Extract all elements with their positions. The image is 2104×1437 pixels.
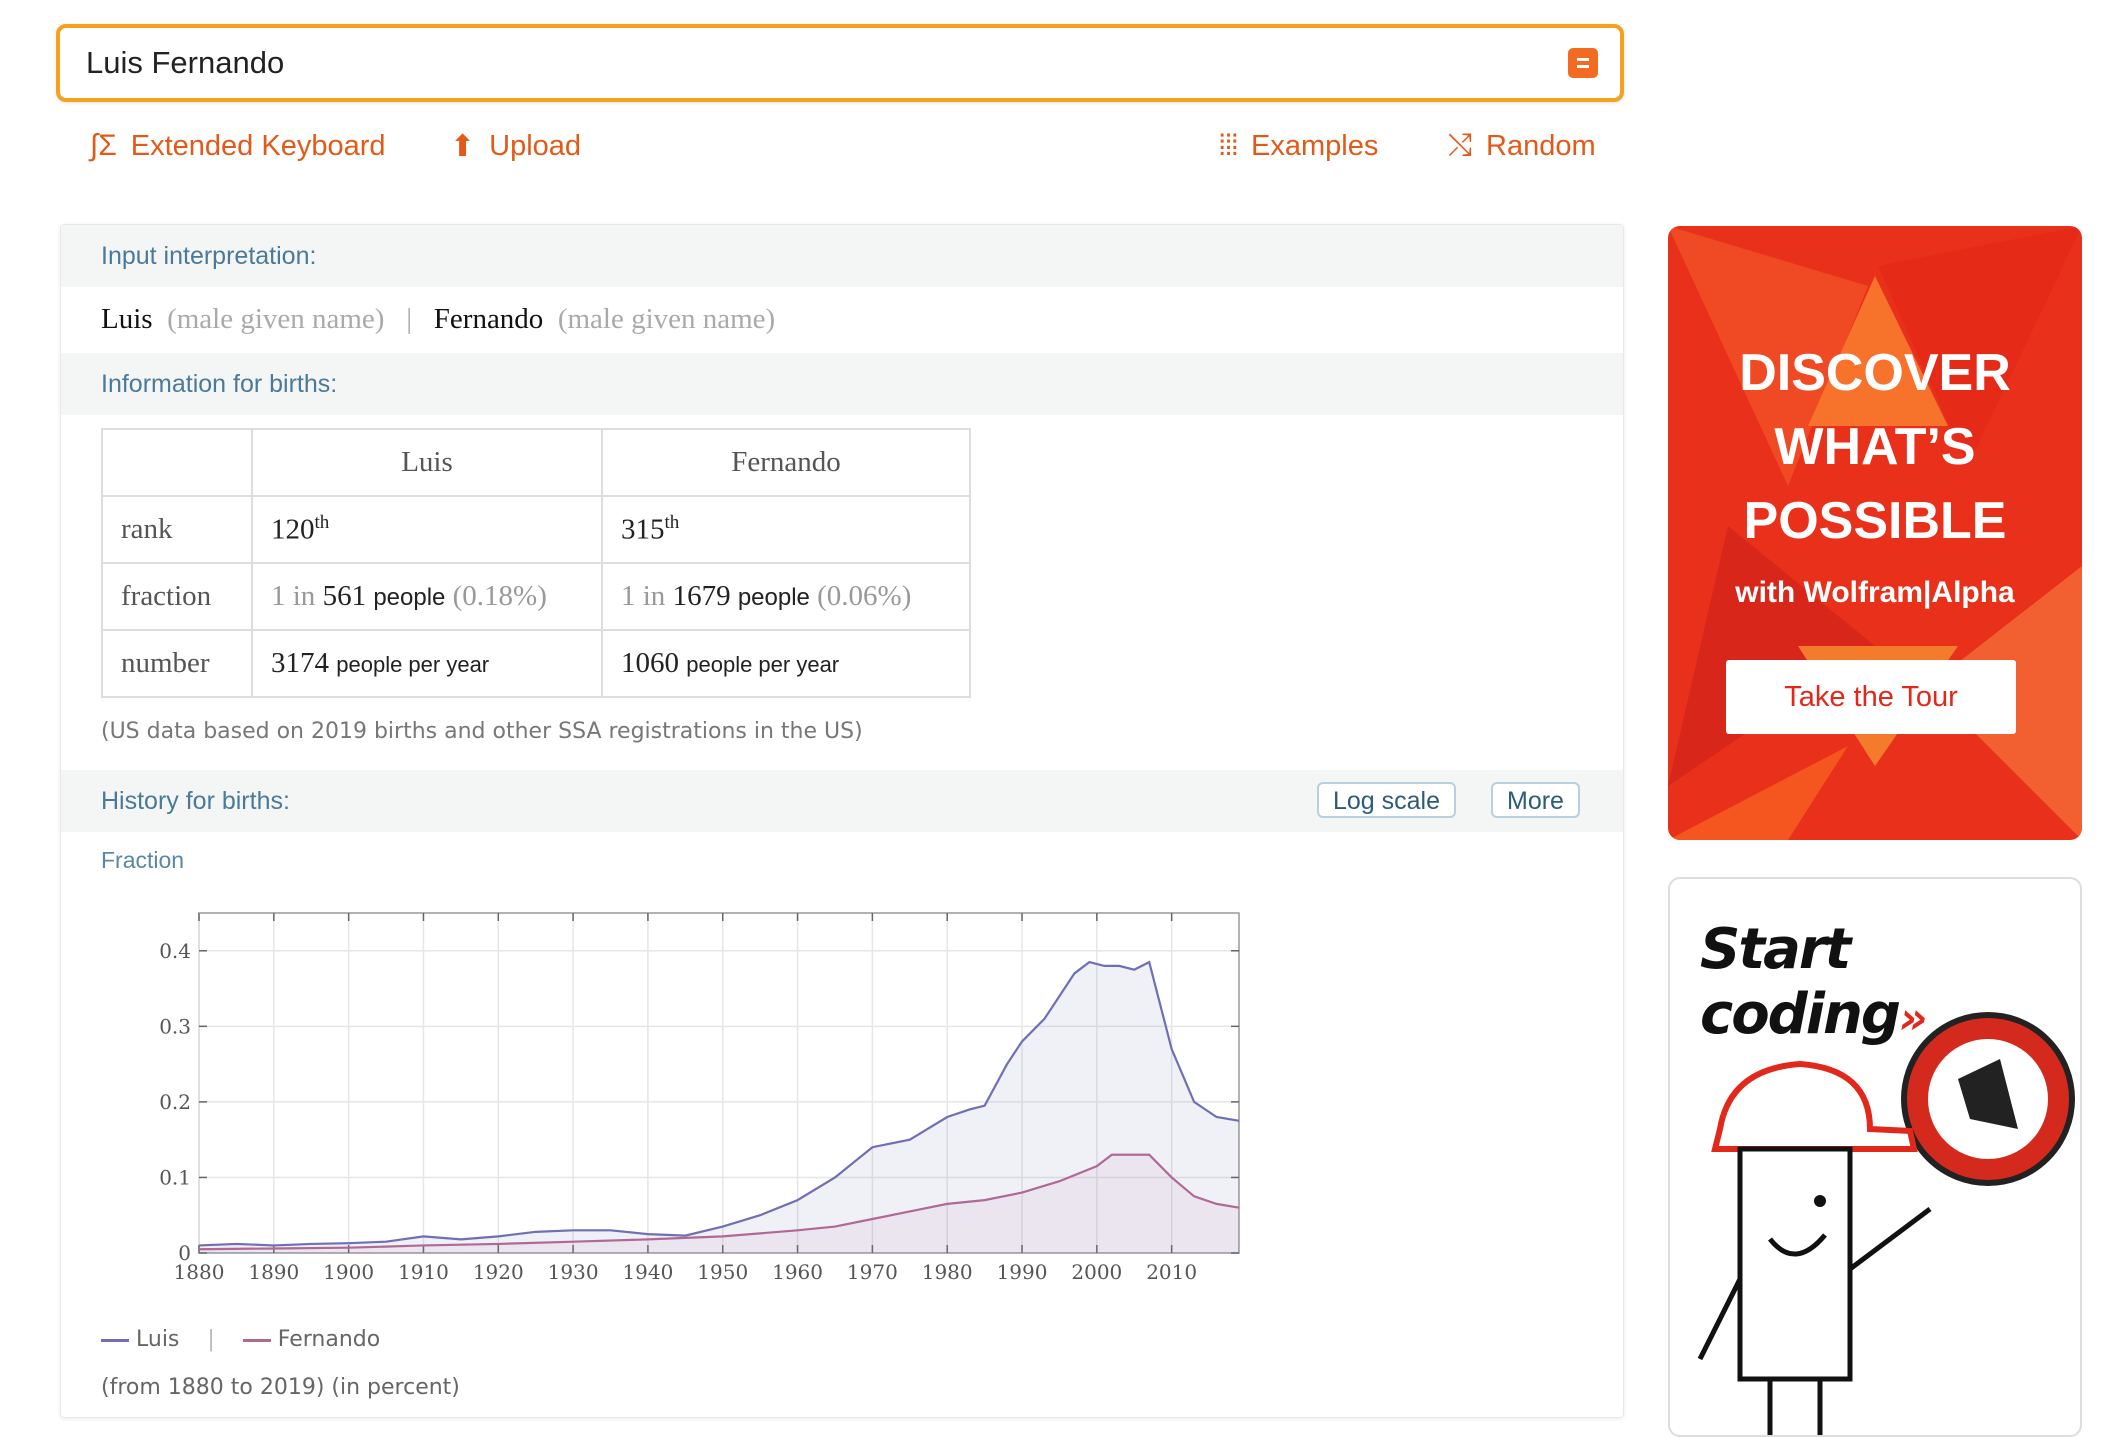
- chart-subtitle: Fraction: [101, 847, 185, 873]
- grid-icon: ⁞⁞⁞: [1218, 129, 1239, 162]
- x-tick-label: 1970: [847, 1260, 898, 1284]
- search-bar[interactable]: Luis Fernando: [56, 24, 1624, 102]
- ad-subline: with Wolfram|Alpha: [1735, 576, 2015, 609]
- legend-label-luis: Luis: [136, 1327, 180, 1352]
- chart-note: (from 1880 to 2019) (in percent): [101, 1375, 460, 1400]
- examples-button[interactable]: ⁞⁞⁞ Examples: [1218, 126, 1378, 166]
- x-tick-label: 1940: [622, 1260, 673, 1284]
- chart-legend: Luis | Fernando: [101, 1327, 380, 1352]
- x-tick-label: 1950: [697, 1260, 748, 1284]
- ad-headline: DISCOVER WHAT’S POSSIBLE: [1739, 344, 2011, 550]
- random-label: Random: [1486, 129, 1596, 162]
- legend-separator: |: [207, 1327, 215, 1352]
- wolfram-tour-ad[interactable]: DISCOVER WHAT’S POSSIBLE with Wolfram|Al…: [1668, 226, 2082, 840]
- x-tick-label: 1930: [548, 1260, 599, 1284]
- table-row-number: number 3174 people per year 1060 people …: [101, 629, 971, 698]
- extended-keyboard-button[interactable]: ∫Σ Extended Keyboard: [90, 126, 386, 166]
- births-history-chart: 1880 1890 1900 1910 1920 1930 1940 1950 1960 1970…: [159, 912, 1240, 1284]
- fraction-luis: 1 in 561 people (0.18%): [251, 562, 603, 631]
- extended-keyboard-label: Extended Keyboard: [130, 129, 386, 162]
- pod-title-input-interpretation: Input interpretation:: [61, 225, 1623, 287]
- row-label-number: number: [101, 629, 253, 698]
- column-header-fernando: Fernando: [601, 428, 971, 497]
- upload-label: Upload: [489, 129, 582, 162]
- y-tick-label: 0.1: [159, 1165, 191, 1189]
- table-corner: [101, 428, 253, 497]
- examples-label: Examples: [1251, 129, 1379, 162]
- upload-icon: ⬆: [450, 129, 476, 163]
- hard-hat-icon: [1711, 1060, 1918, 1152]
- column-header-luis: Luis: [251, 428, 603, 497]
- x-tick-label: 1890: [248, 1260, 299, 1284]
- x-tick-label: 1990: [997, 1260, 1048, 1284]
- ad2-illustration: [1697, 1012, 2075, 1435]
- x-tick-label: 1910: [398, 1260, 449, 1284]
- table-header-row: Luis Fernando: [101, 428, 971, 497]
- x-tick-label: 1980: [922, 1260, 973, 1284]
- log-scale-button[interactable]: Log scale: [1317, 782, 1457, 818]
- rank-fernando: 315th: [601, 495, 971, 564]
- births-data-note: (US data based on 2019 births and other …: [101, 719, 863, 744]
- random-button[interactable]: ⤭ Random: [1448, 126, 1596, 166]
- x-tick-label: 1960: [772, 1260, 823, 1284]
- rank-luis: 120th: [251, 495, 603, 564]
- interpretation-line: Luis (male given name) | Fernando (male …: [101, 303, 775, 336]
- shuffle-icon: ⤭: [1448, 129, 1472, 162]
- legend-swatch-fernando: [242, 1338, 271, 1342]
- more-button[interactable]: More: [1491, 782, 1580, 818]
- y-tick-label: 0.4: [159, 939, 191, 963]
- x-tick-label: 1900: [323, 1260, 374, 1284]
- keyboard-icon: ∫Σ: [90, 129, 117, 162]
- births-table: Luis Fernando rank 120th 315th fraction …: [101, 428, 971, 698]
- y-tick-label: 0.3: [159, 1014, 191, 1038]
- y-tick-label: 0.2: [159, 1090, 191, 1114]
- pod-title-births-info: Information for births:: [61, 353, 1623, 415]
- y-tick-label: 0: [178, 1241, 191, 1265]
- legend-label-fernando: Fernando: [277, 1327, 381, 1352]
- fraction-fernando: 1 in 1679 people (0.06%): [601, 562, 971, 631]
- table-row-rank: rank 120th 315th: [101, 495, 971, 564]
- take-the-tour-button[interactable]: Take the Tour: [1726, 660, 2016, 734]
- legend-swatch-luis: [101, 1338, 129, 1342]
- name-luis: Luis: [101, 303, 153, 335]
- separator: |: [406, 303, 413, 335]
- number-luis: 3174 people per year: [251, 629, 603, 698]
- row-label-rank: rank: [101, 495, 253, 564]
- x-tick-label: 2010: [1146, 1260, 1197, 1284]
- x-tick-label: 1920: [473, 1260, 524, 1284]
- search-input[interactable]: Luis Fernando: [86, 28, 284, 98]
- upload-button[interactable]: ⬆ Upload: [450, 126, 581, 166]
- start-coding-ad[interactable]: Start coding»: [1668, 877, 2082, 1437]
- type-fernando: (male given name): [557, 303, 776, 335]
- number-fernando: 1060 people per year: [601, 629, 971, 698]
- compute-button[interactable]: [1568, 48, 1598, 78]
- row-label-fraction: fraction: [101, 562, 253, 631]
- name-fernando: Fernando: [433, 303, 544, 335]
- results-panel: Input interpretation: Luis (male given n…: [60, 224, 1624, 1418]
- table-row-fraction: fraction 1 in 561 people (0.18%) 1 in 16…: [101, 562, 971, 631]
- x-tick-label: 2000: [1071, 1260, 1122, 1284]
- type-luis: (male given name): [167, 303, 385, 335]
